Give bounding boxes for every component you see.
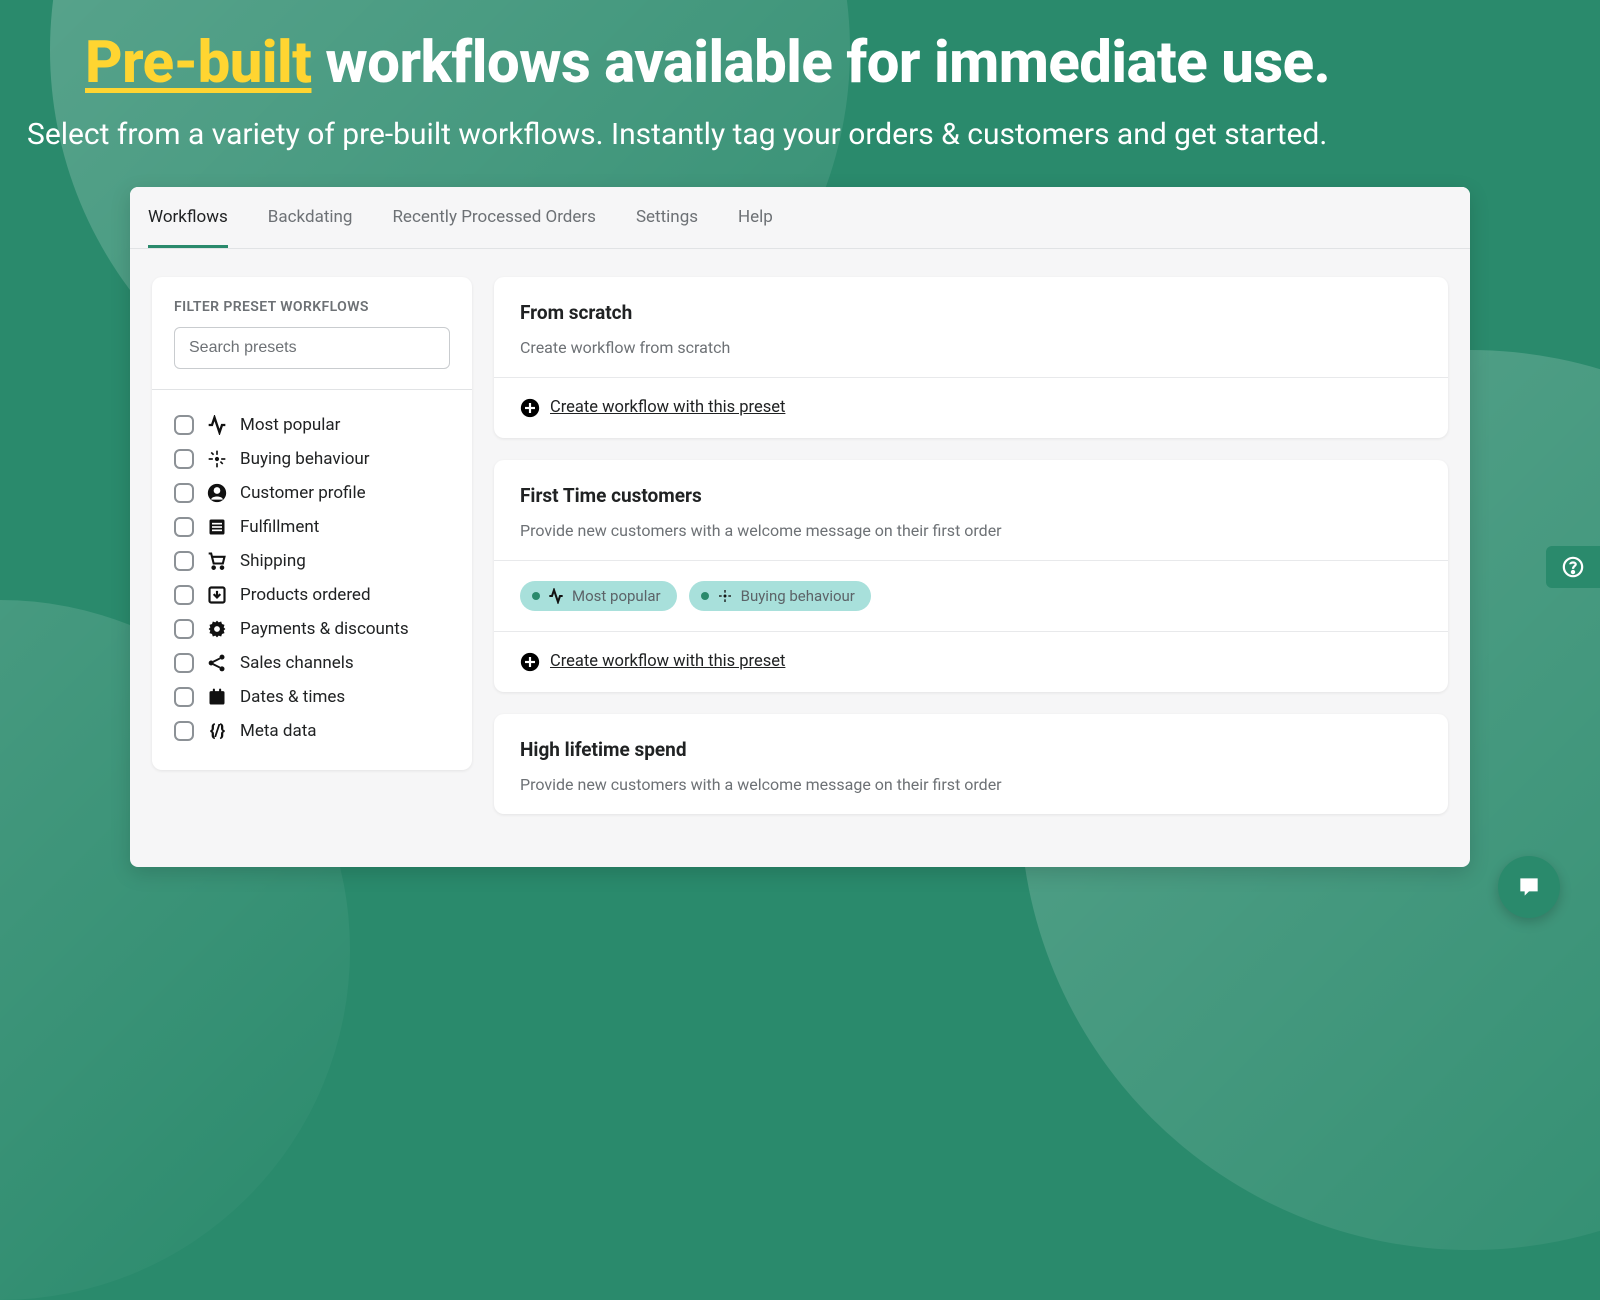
cart-icon (206, 550, 228, 572)
checkbox[interactable] (174, 721, 194, 741)
create-workflow-link[interactable]: Create workflow with this preset (550, 652, 785, 671)
filter-label: Payments & discounts (240, 619, 409, 639)
tab-recently-processed-orders[interactable]: Recently Processed Orders (392, 187, 595, 248)
filter-label: Sales channels (240, 653, 354, 673)
checkbox[interactable] (174, 483, 194, 503)
chip-dot-icon (532, 592, 540, 600)
chip-label: Most popular (572, 587, 661, 605)
filter-item-fulfillment[interactable]: Fulfillment (174, 510, 450, 544)
preset-action-row: Create workflow with this preset (494, 631, 1448, 692)
checkbox[interactable] (174, 653, 194, 673)
preset-title: High lifetime spend (520, 738, 1422, 761)
preset-action-row: Create workflow with this preset (494, 377, 1448, 438)
download-icon (206, 584, 228, 606)
preset-desc: Provide new customers with a welcome mes… (520, 775, 1422, 794)
tabs: Workflows Backdating Recently Processed … (130, 187, 1470, 249)
create-workflow-link[interactable]: Create workflow with this preset (550, 398, 785, 417)
hero-banner: Pre-built workflows available for immedi… (0, 0, 1600, 169)
tab-settings[interactable]: Settings (636, 187, 698, 248)
filter-title: FILTER PRESET WORKFLOWS (152, 277, 472, 327)
filter-item-products-ordered[interactable]: Products ordered (174, 578, 450, 612)
filter-card: FILTER PRESET WORKFLOWS Most popular (152, 277, 472, 770)
tab-help[interactable]: Help (738, 187, 773, 248)
activity-icon (548, 588, 564, 604)
filter-label: Customer profile (240, 483, 366, 503)
filter-list: Most popular Buying behaviour (152, 390, 472, 770)
chat-button[interactable] (1498, 856, 1560, 918)
checkbox[interactable] (174, 551, 194, 571)
preset-desc: Provide new customers with a welcome mes… (520, 521, 1422, 540)
question-circle-icon (1562, 556, 1584, 578)
preset-chips: Most popular Buying behaviour (494, 560, 1448, 631)
filter-item-sales-channels[interactable]: Sales channels (174, 646, 450, 680)
hero-title: Pre-built workflows available for immedi… (85, 30, 1515, 97)
checkbox[interactable] (174, 449, 194, 469)
filter-item-customer-profile[interactable]: Customer profile (174, 476, 450, 510)
calendar-icon (206, 686, 228, 708)
plus-circle-icon (520, 652, 540, 672)
hero-highlight: Pre-built (85, 29, 311, 97)
search-input[interactable] (174, 327, 450, 369)
checkbox[interactable] (174, 415, 194, 435)
preset-high-lifetime-spend: High lifetime spend Provide new customer… (494, 714, 1448, 814)
checkbox[interactable] (174, 517, 194, 537)
preset-from-scratch: From scratch Create workflow from scratc… (494, 277, 1448, 438)
filter-item-shipping[interactable]: Shipping (174, 544, 450, 578)
user-icon (206, 482, 228, 504)
chip-dot-icon (701, 592, 709, 600)
chip-most-popular[interactable]: Most popular (520, 581, 677, 611)
filter-item-payments-discounts[interactable]: Payments & discounts (174, 612, 450, 646)
code-icon: {/} (206, 720, 228, 742)
chip-buying-behaviour[interactable]: Buying behaviour (689, 581, 871, 611)
filter-label: Fulfillment (240, 517, 319, 537)
preset-first-time-customers: First Time customers Provide new custome… (494, 460, 1448, 692)
list-icon (206, 516, 228, 538)
tab-workflows[interactable]: Workflows (148, 187, 228, 248)
tab-backdating[interactable]: Backdating (268, 187, 353, 248)
share-icon (206, 652, 228, 674)
chat-icon (1516, 874, 1542, 900)
plus-circle-icon (520, 398, 540, 418)
filter-label: Buying behaviour (240, 449, 370, 469)
sparkle-icon (206, 448, 228, 470)
filter-label: Dates & times (240, 687, 345, 707)
activity-icon (206, 414, 228, 436)
checkbox[interactable] (174, 619, 194, 639)
chip-label: Buying behaviour (741, 587, 855, 605)
filter-label: Meta data (240, 721, 317, 741)
preset-desc: Create workflow from scratch (520, 338, 1422, 357)
filter-item-dates-times[interactable]: Dates & times (174, 680, 450, 714)
checkbox[interactable] (174, 585, 194, 605)
preset-title: From scratch (520, 301, 1422, 324)
hero-title-rest: workflows available for immediate use. (311, 29, 1330, 97)
filter-item-meta-data[interactable]: {/} Meta data (174, 714, 450, 748)
filter-label: Shipping (240, 551, 306, 571)
preset-title: First Time customers (520, 484, 1422, 507)
filter-label: Most popular (240, 415, 340, 435)
help-tab-button[interactable] (1546, 546, 1600, 588)
gear-icon (206, 618, 228, 640)
filter-item-most-popular[interactable]: Most popular (174, 408, 450, 442)
app-panel: Workflows Backdating Recently Processed … (130, 187, 1470, 867)
checkbox[interactable] (174, 687, 194, 707)
hero-subtitle: Select from a variety of pre-built workf… (27, 115, 1515, 154)
sparkle-icon (717, 588, 733, 604)
filter-label: Products ordered (240, 585, 371, 605)
filter-item-buying-behaviour[interactable]: Buying behaviour (174, 442, 450, 476)
